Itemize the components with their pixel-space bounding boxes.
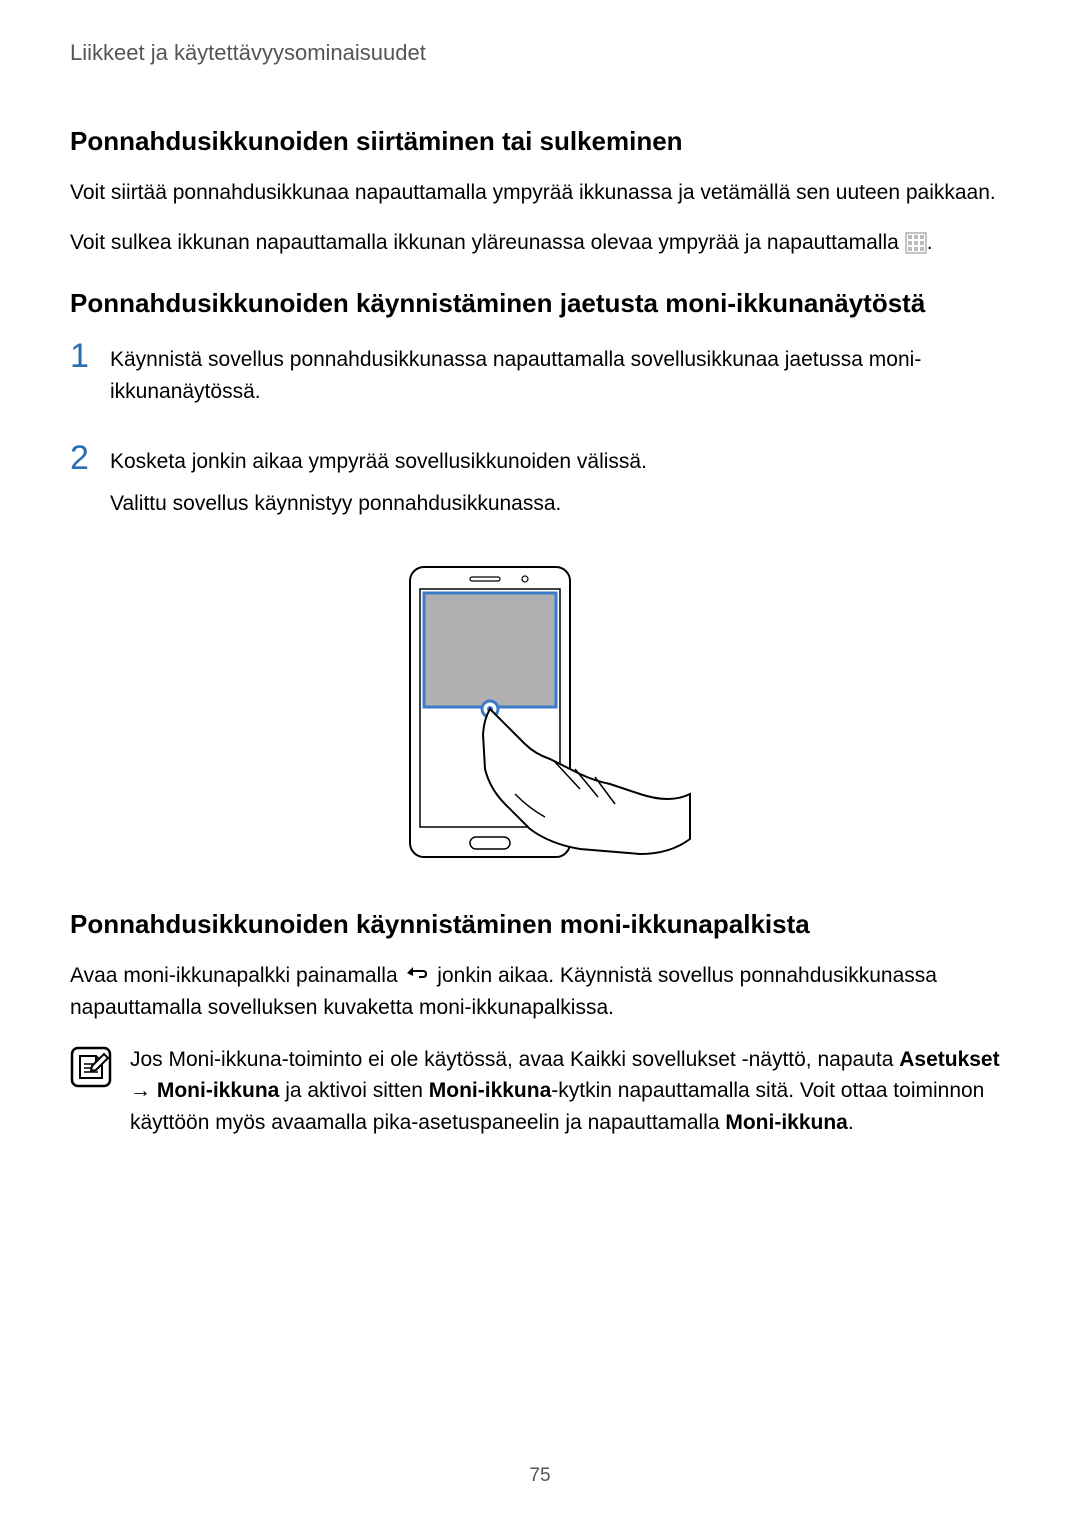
note-block: Jos Moni-ikkuna-toiminto ei ole käytössä…	[70, 1044, 1010, 1139]
step2-number: 2	[70, 441, 110, 475]
section2-heading: Ponnahdusikkunoiden käynnistäminen jaetu…	[70, 288, 1010, 319]
section1-para2: Voit sulkea ikkunan napauttamalla ikkuna…	[70, 227, 1010, 259]
section3-heading: Ponnahdusikkunoiden käynnistäminen moni-…	[70, 909, 1010, 940]
page-header-title: Liikkeet ja käytettävyysominaisuudet	[70, 40, 1010, 66]
numbered-list: 1 Käynnistä sovellus ponnahdusikkunassa …	[70, 339, 1010, 529]
note-bold1: Asetukset	[899, 1048, 999, 1071]
step2-content: Kosketa jonkin aikaa ympyrää sovellusikk…	[110, 441, 1010, 529]
step2-text1: Kosketa jonkin aikaa ympyrää sovellusikk…	[110, 446, 1010, 478]
section3-para1-before: Avaa moni-ikkunapalkki painamalla	[70, 964, 403, 987]
step1-text: Käynnistä sovellus ponnahdusikkunassa na…	[110, 344, 1010, 407]
note-arrow: →	[130, 1079, 157, 1102]
note-bold4: Moni-ikkuna	[725, 1111, 848, 1134]
note-part4: .	[848, 1111, 854, 1134]
page-number: 75	[0, 1465, 1080, 1487]
note-part2: ja aktivoi sitten	[279, 1079, 428, 1102]
section1-para2-before: Voit sulkea ikkunan napauttamalla ikkuna…	[70, 231, 905, 254]
step1-item: 1 Käynnistä sovellus ponnahdusikkunassa …	[70, 339, 1010, 417]
section1-para1: Voit siirtää ponnahdusikkunaa napauttama…	[70, 177, 1010, 209]
note-text: Jos Moni-ikkuna-toiminto ei ole käytössä…	[130, 1044, 1010, 1139]
note-bold3: Moni-ikkuna	[429, 1079, 552, 1102]
step2-item: 2 Kosketa jonkin aikaa ympyrää sovellusi…	[70, 441, 1010, 529]
note-part1: Jos Moni-ikkuna-toiminto ei ole käytössä…	[130, 1048, 899, 1071]
back-icon	[403, 961, 431, 993]
step2-text2: Valittu sovellus käynnistyy ponnahdusikk…	[110, 488, 1010, 520]
illustration-container	[70, 559, 1010, 869]
section1-heading: Ponnahdusikkunoiden siirtäminen tai sulk…	[70, 126, 1010, 157]
step1-number: 1	[70, 339, 110, 373]
step1-content: Käynnistä sovellus ponnahdusikkunassa na…	[110, 339, 1010, 417]
section1-para2-after: .	[927, 231, 933, 254]
close-grid-icon	[905, 232, 927, 254]
phone-touch-illustration	[380, 559, 700, 869]
section3-para1: Avaa moni-ikkunapalkki painamalla jonkin…	[70, 960, 1010, 1024]
note-icon	[70, 1046, 112, 1088]
note-bold2: Moni-ikkuna	[157, 1079, 280, 1102]
